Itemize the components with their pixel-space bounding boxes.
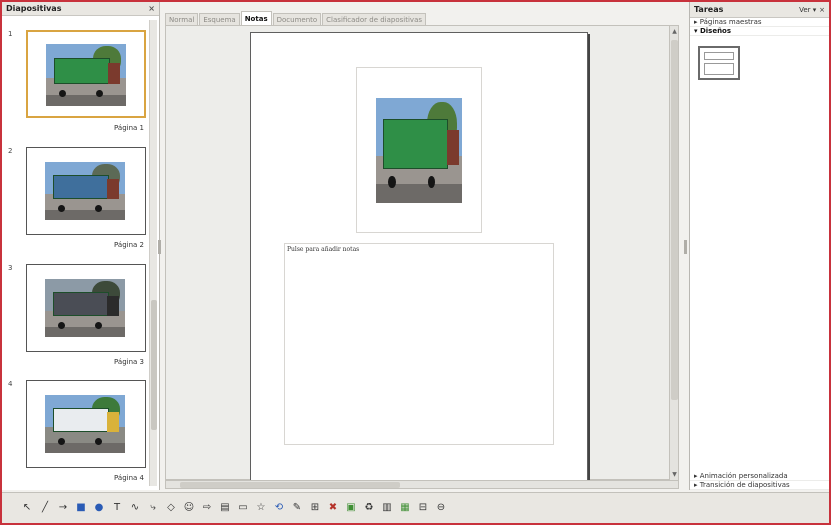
ellipse-tool-icon[interactable]: ●: [92, 501, 106, 515]
slides-pane-title: Diapositivas: [6, 4, 62, 13]
tasks-pane: Tareas Ver ▾ × ▸ Páginas maestras ▾ Dise…: [689, 2, 829, 490]
tab-normal[interactable]: Normal: [165, 13, 199, 25]
stars-icon[interactable]: ☆: [254, 501, 268, 515]
slide-caption: Página 2: [114, 241, 144, 249]
drawing-toolbar: ↖ ╱ → ■ ● T ∿ ⤷ ◇ ☺ ⇨ ▤ ▭ ☆ ⟲ ✎ ⊞ ✖ ▣ ♻ ▥ ▦ ⊟ ⊖: [2, 492, 829, 523]
section-custom-animation[interactable]: ▸ Animación personalizada: [690, 472, 829, 481]
align-icon[interactable]: ▥: [380, 501, 394, 515]
slide-number: 2: [8, 147, 13, 155]
text-tool-icon[interactable]: T: [110, 501, 124, 515]
points-icon[interactable]: ✎: [290, 501, 304, 515]
flowchart-icon[interactable]: ▤: [218, 501, 232, 515]
slide-thumbnail[interactable]: [26, 147, 146, 235]
slides-pane: Diapositivas × 1 Página 1 2 Página 2 3 P…: [2, 2, 160, 490]
right-pane-splitter[interactable]: [684, 240, 687, 254]
slide-thumbnail[interactable]: [26, 264, 146, 352]
scroll-up-icon[interactable]: ▲: [671, 27, 678, 36]
select-tool-icon[interactable]: ↖: [20, 501, 34, 515]
curve-tool-icon[interactable]: ∿: [128, 501, 142, 515]
shadow-icon[interactable]: ⊟: [416, 501, 430, 515]
toggle-extrusion-icon[interactable]: ⊖: [434, 501, 448, 515]
section-master-pages[interactable]: ▸ Páginas maestras: [690, 18, 829, 27]
glue-points-icon[interactable]: ⊞: [308, 501, 322, 515]
slide-caption: Página 3: [114, 358, 144, 366]
slide-number: 4: [8, 380, 13, 388]
scrollbar-thumb[interactable]: [151, 300, 157, 430]
main-view: Normal Esquema Notas Documento Clasifica…: [161, 2, 689, 490]
scrollbar-thumb[interactable]: [671, 40, 678, 400]
truck-image: [376, 98, 462, 203]
close-icon[interactable]: ×: [819, 6, 825, 14]
horizontal-scrollbar[interactable]: [165, 480, 679, 489]
layout-title-content[interactable]: [698, 46, 740, 80]
scrollbar-thumb[interactable]: [180, 482, 400, 488]
slides-scrollbar[interactable]: [149, 20, 157, 486]
truck-image: [45, 162, 125, 220]
slide-thumbnail[interactable]: [26, 380, 146, 468]
notes-text-box[interactable]: Pulse para añadir notas: [284, 243, 554, 445]
slide-caption: Página 1: [114, 124, 144, 132]
arrange-icon[interactable]: ▦: [398, 501, 412, 515]
truck-image: [45, 279, 125, 337]
view-menu-button[interactable]: Ver ▾: [799, 6, 816, 14]
fontwork-icon[interactable]: ✖: [326, 501, 340, 515]
tab-notes[interactable]: Notas: [240, 11, 272, 25]
slides-pane-header: Diapositivas ×: [2, 2, 159, 16]
line-tool-icon[interactable]: ╱: [38, 501, 52, 515]
slide-number: 3: [8, 264, 13, 272]
block-arrows-icon[interactable]: ⇨: [200, 501, 214, 515]
from-file-icon[interactable]: ▣: [344, 501, 358, 515]
truck-image: [46, 44, 126, 106]
slide-number: 1: [8, 30, 13, 38]
close-icon[interactable]: ×: [148, 4, 155, 13]
slide-preview[interactable]: [356, 67, 482, 233]
tasks-pane-header: Tareas Ver ▾ ×: [690, 2, 829, 18]
section-layouts[interactable]: ▾ Diseños: [690, 27, 829, 36]
slide-thumbnail[interactable]: [26, 30, 146, 118]
notes-placeholder: Pulse para añadir notas: [287, 246, 360, 253]
rotate-icon[interactable]: ⟲: [272, 501, 286, 515]
tab-slide-sorter[interactable]: Clasificador de diapositivas: [322, 13, 427, 25]
section-slide-transition[interactable]: ▸ Transición de diapositivas: [690, 481, 829, 490]
tab-handout[interactable]: Documento: [272, 13, 322, 25]
symbol-shapes-icon[interactable]: ☺: [182, 501, 196, 515]
slide-caption: Página 4: [114, 474, 144, 482]
callouts-icon[interactable]: ▭: [236, 501, 250, 515]
basic-shapes-icon[interactable]: ◇: [164, 501, 178, 515]
tab-outline[interactable]: Esquema: [199, 13, 240, 25]
arrow-tool-icon[interactable]: →: [56, 501, 70, 515]
truck-image: [45, 395, 125, 453]
notes-page: Pulse para añadir notas: [250, 32, 588, 482]
tasks-pane-bottom-sections: ▸ Animación personalizada ▸ Transición d…: [690, 472, 829, 490]
document-area: Pulse para añadir notas ▲ ▼: [165, 25, 679, 482]
scroll-down-icon[interactable]: ▼: [671, 470, 678, 479]
tasks-pane-title: Tareas: [694, 5, 724, 14]
connector-tool-icon[interactable]: ⤷: [146, 501, 160, 515]
view-tabs: Normal Esquema Notas Documento Clasifica…: [165, 11, 427, 25]
extrusion-icon[interactable]: ♻: [362, 501, 376, 515]
rectangle-tool-icon[interactable]: ■: [74, 501, 88, 515]
vertical-scrollbar[interactable]: ▲ ▼: [669, 26, 678, 481]
